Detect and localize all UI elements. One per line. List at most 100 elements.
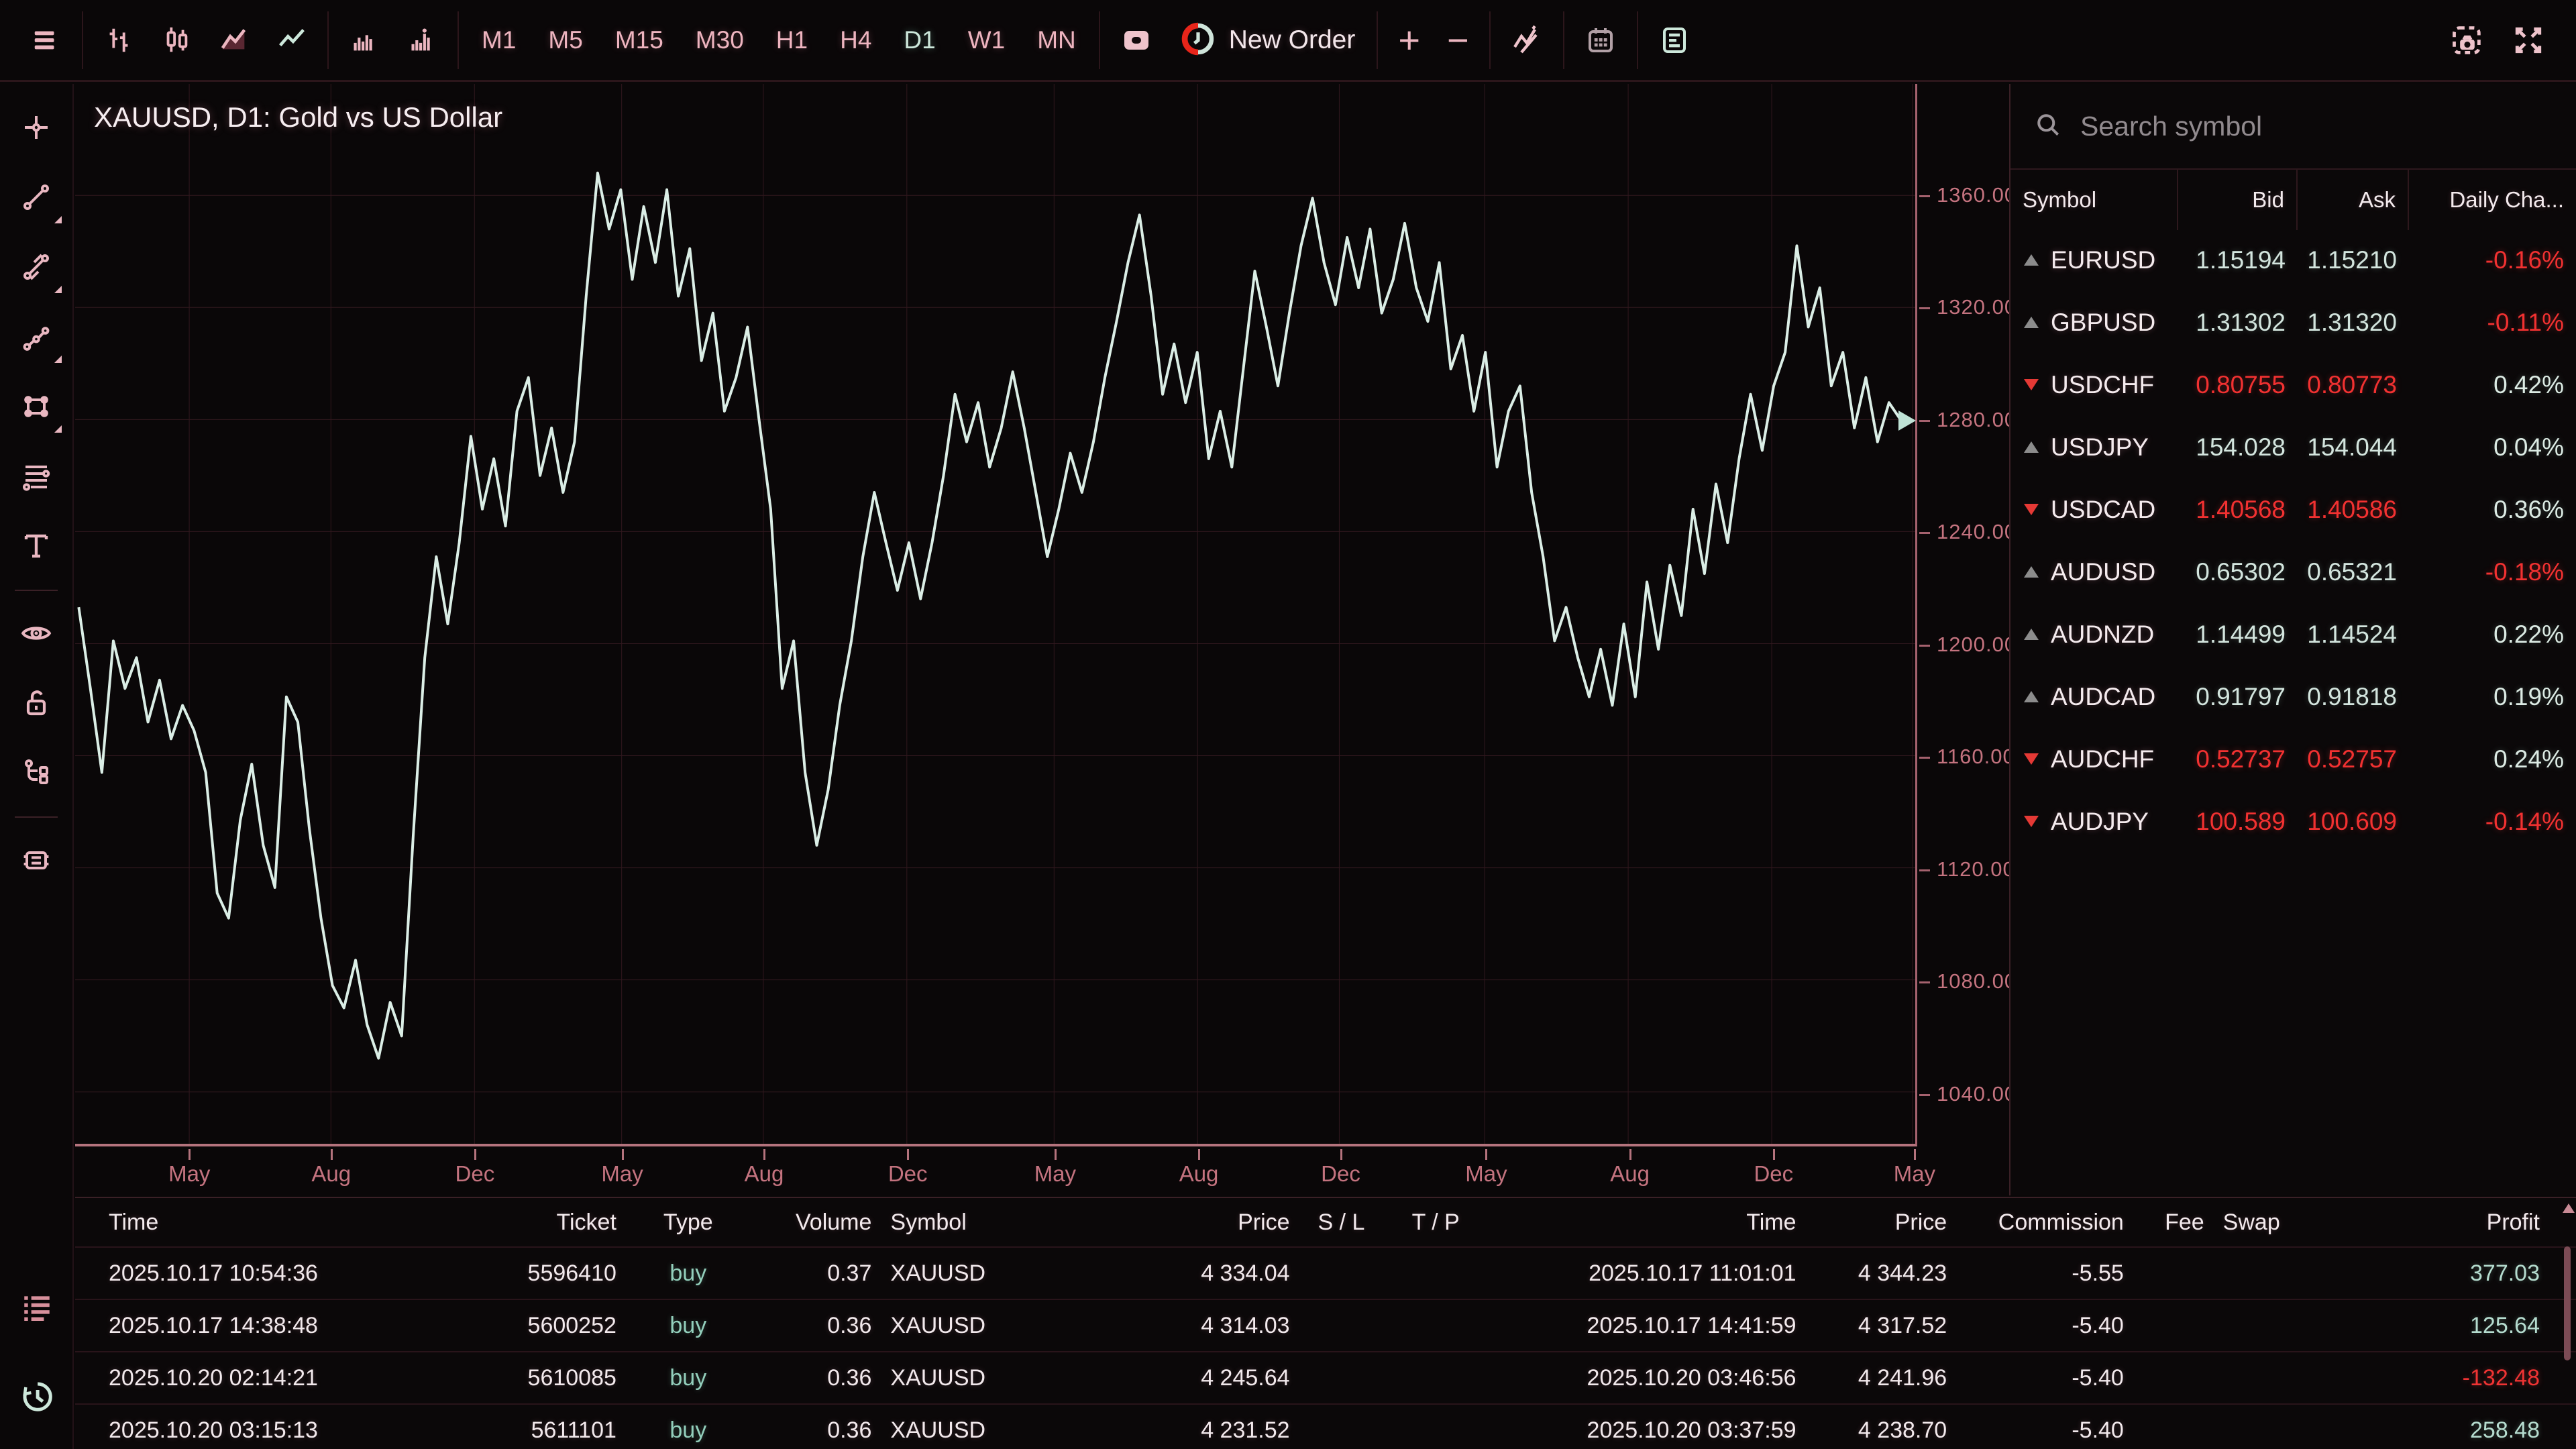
chart-window-icon (1120, 24, 1152, 56)
indicators-button[interactable] (1497, 8, 1556, 72)
rectangle-shape-icon (20, 390, 52, 425)
drawing-tools-sidebar (0, 84, 74, 1449)
volumes-button[interactable] (335, 8, 393, 72)
trade-tab-button[interactable] (5, 1273, 69, 1343)
crosshair-icon (20, 111, 52, 146)
timeframe-mn[interactable]: MN (1021, 8, 1092, 72)
fibonacci-tool-button[interactable] (4, 442, 68, 512)
history-row[interactable]: 2025.10.20 03:15:135611101buy0.36XAUUSD4… (75, 1403, 2576, 1449)
scrollbar-thumb[interactable] (2564, 1246, 2571, 1360)
history-column-header: Symbol (881, 1210, 1062, 1236)
calendar-button[interactable] (1571, 8, 1630, 72)
daily-change-value: 0.24% (2409, 745, 2576, 773)
chart-layers-button[interactable] (4, 826, 68, 896)
timeframe-m5[interactable]: M5 (532, 8, 598, 72)
journal-icon (1658, 24, 1690, 56)
chart-type-candles-button[interactable] (148, 8, 205, 72)
time-tick-label: May (1034, 1161, 1076, 1187)
zoom-in-button[interactable]: + (1385, 8, 1434, 72)
market-watch-row-audcad[interactable]: AUDCAD0.917970.918180.19% (2010, 665, 2576, 728)
market-watch-row-eurusd[interactable]: EURUSD1.151941.15210-0.16% (2010, 229, 2576, 291)
chart-area[interactable]: XAUUSD, D1: Gold vs US Dollar 1360.00132… (75, 84, 2008, 1195)
symbol-cell: EURUSD (2010, 246, 2178, 274)
market-watch-header[interactable]: SymbolBidAskDaily Cha... (2010, 168, 2576, 229)
chart-window-button[interactable] (1107, 8, 1166, 72)
time-axis[interactable]: MayAugDecMayAugDecMayAugDecMayAugDecMay (75, 1149, 1917, 1195)
time-tick-label: Aug (745, 1161, 784, 1187)
price-axis[interactable]: 1360.001320.001280.001240.001200.001160.… (1919, 84, 2008, 1146)
symbol-cell: AUDCAD (2010, 683, 2178, 711)
ask-value: 0.65321 (2298, 558, 2409, 586)
timeframe-m1[interactable]: M1 (466, 8, 532, 72)
market-watch-row-audusd[interactable]: AUDUSD0.653020.65321-0.18% (2010, 541, 2576, 603)
zoom-out-button[interactable]: − (1434, 8, 1483, 72)
market-watch-row-usdchf[interactable]: USDCHF0.807550.807730.42% (2010, 354, 2576, 416)
chart-type-area-button[interactable] (205, 8, 263, 72)
tick-volumes-icon (407, 25, 437, 56)
chart-type-line-button[interactable] (263, 8, 321, 72)
trendline-icon (20, 181, 52, 215)
timeframe-d1[interactable]: D1 (888, 8, 951, 72)
history-row[interactable]: 2025.10.17 10:54:365596410buy0.37XAUUSD4… (75, 1246, 2576, 1299)
history-column-header: T / P (1383, 1210, 1488, 1236)
fullscreen-button[interactable] (2498, 8, 2559, 72)
history-cell-profit: 258.48 (2318, 1417, 2549, 1444)
crosshair-tool-button[interactable] (4, 93, 68, 163)
history-tab-button[interactable] (5, 1362, 69, 1432)
history-header[interactable]: TimeTicketTypeVolumeSymbolPriceS / LT / … (75, 1198, 2576, 1246)
history-rows: 2025.10.17 10:54:365596410buy0.37XAUUSD4… (75, 1246, 2576, 1449)
screenshot-button[interactable] (2436, 8, 2498, 72)
chart-type-bars-button[interactable] (90, 8, 148, 72)
history-clock-icon (19, 1378, 55, 1416)
tick-volumes-button[interactable] (393, 8, 451, 72)
history-cell-time: 2025.10.17 14:38:48 (99, 1313, 445, 1339)
symbol-cell: AUDJPY (2010, 808, 2178, 836)
history-cell-commission: -5.40 (1956, 1417, 2133, 1444)
market-watch-row-audnzd[interactable]: AUDNZD1.144991.145240.22% (2010, 603, 2576, 665)
down-arrow-icon (2024, 504, 2039, 515)
market-watch-row-audchf[interactable]: AUDCHF0.527370.527570.24% (2010, 728, 2576, 790)
daily-change-value: -0.14% (2409, 808, 2576, 836)
history-cell-type: buy (626, 1417, 751, 1444)
new-order-button[interactable]: New Order (1166, 8, 1371, 72)
market-watch-row-audjpy[interactable]: AUDJPY100.589100.609-0.14% (2010, 790, 2576, 853)
visibility-button[interactable] (4, 599, 68, 669)
history-scrollbar[interactable] (2561, 1203, 2573, 1444)
timeframe-h4[interactable]: H4 (824, 8, 888, 72)
market-watch-row-usdcad[interactable]: USDCAD1.405681.405860.36% (2010, 478, 2576, 541)
shapes-tool-button[interactable] (4, 372, 68, 442)
text-icon (20, 530, 52, 564)
trendline-tool-button[interactable] (4, 163, 68, 233)
new-order-icon (1181, 21, 1216, 58)
timeframe-w1[interactable]: W1 (952, 8, 1022, 72)
chart-plot[interactable] (75, 84, 1917, 1146)
bid-value: 100.589 (2178, 808, 2298, 836)
market-watch-row-usdjpy[interactable]: USDJPY154.028154.0440.04% (2010, 416, 2576, 478)
timeframe-m30[interactable]: M30 (680, 8, 760, 72)
history-column-header: Swap (2214, 1210, 2318, 1236)
time-tick-mark (1485, 1149, 1487, 1160)
timeframe-m15[interactable]: M15 (599, 8, 680, 72)
timeframe-h1[interactable]: H1 (760, 8, 824, 72)
object-list-button[interactable] (4, 739, 68, 808)
lock-objects-button[interactable] (4, 669, 68, 739)
history-row[interactable]: 2025.10.20 02:14:215610085buy0.36XAUUSD4… (75, 1351, 2576, 1403)
sidebar-bottom-tabs (0, 1273, 74, 1432)
history-row[interactable]: 2025.10.17 14:38:485600252buy0.36XAUUSD4… (75, 1299, 2576, 1351)
polyline-tool-button[interactable] (4, 303, 68, 372)
symbol-search[interactable] (2010, 84, 2576, 168)
current-price-marker (1898, 411, 1916, 431)
history-cell-time2: 2025.10.20 03:46:56 (1488, 1365, 1805, 1391)
text-tool-button[interactable] (4, 512, 68, 582)
dropdown-corner-mark (54, 425, 62, 433)
scrollbar-up-arrow-icon[interactable] (2563, 1203, 2575, 1213)
time-tick-mark (1055, 1149, 1057, 1160)
layers-icon (20, 844, 52, 878)
channel-tool-button[interactable] (4, 233, 68, 303)
market-watch-row-gbpusd[interactable]: GBPUSD1.313021.31320-0.11% (2010, 291, 2576, 354)
journal-button[interactable] (1645, 8, 1704, 72)
menu-button[interactable] (17, 8, 75, 72)
history-cell-volume: 0.36 (751, 1417, 881, 1444)
down-arrow-icon (2024, 753, 2039, 765)
search-symbol-input[interactable] (2080, 111, 2483, 142)
